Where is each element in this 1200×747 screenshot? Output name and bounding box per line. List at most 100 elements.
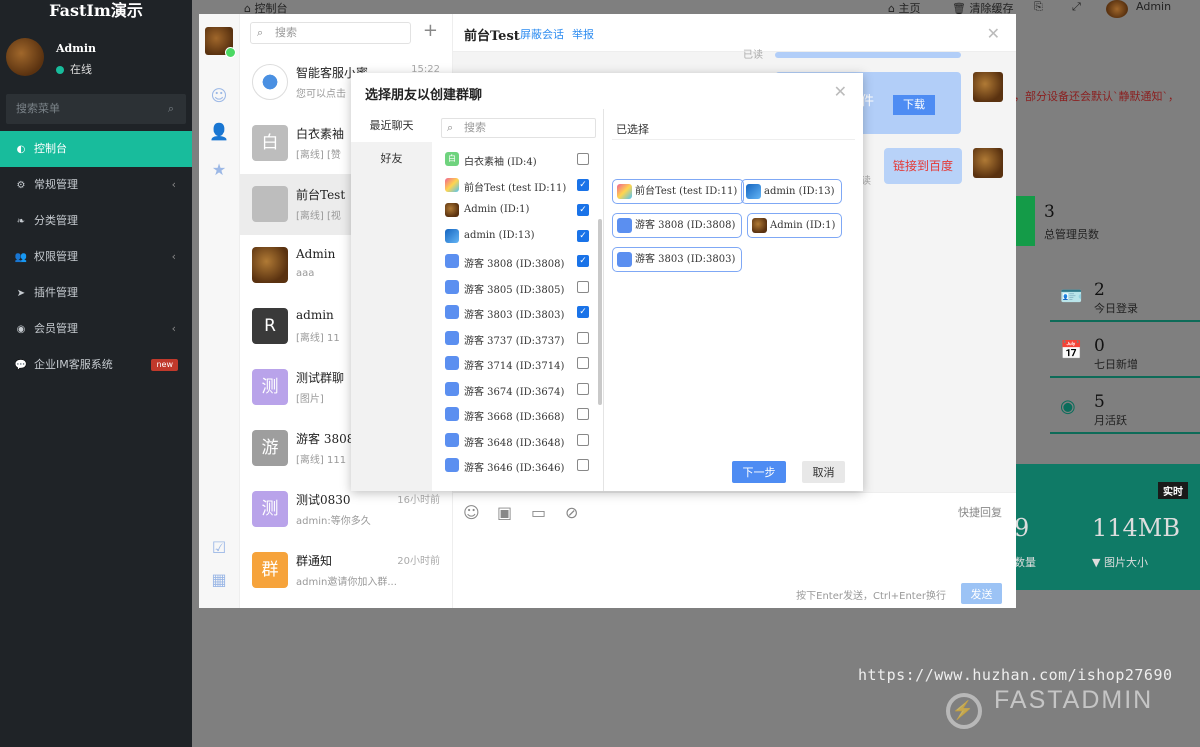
chat-input-area: ☺ ▣ ▭ ⊘ 快捷回复 按下Enter发送，Ctrl+Enter换行 发送 <box>453 492 1016 608</box>
chip-avatar <box>617 218 632 233</box>
friend-checkbox[interactable] <box>577 331 589 344</box>
friend-checkbox[interactable] <box>577 459 589 471</box>
conversation-search-input[interactable]: ⌕ 搜索 <box>250 22 411 44</box>
link-icon[interactable]: ⊘ <box>565 503 578 522</box>
sidebar-item-6[interactable]: 💬 企业IM客服系统 new <box>0 347 192 383</box>
storage-count: 9 <box>1014 514 1030 542</box>
chevron-left-icon: ‹ <box>171 322 176 335</box>
conversation-preview: [离线] [视 <box>296 211 341 222</box>
friend-checkbox[interactable] <box>577 357 589 369</box>
image-size-value: 114MB <box>1092 514 1181 542</box>
friend-checkbox[interactable]: ✓ <box>577 229 589 242</box>
comment-icon: 💬 <box>14 360 28 371</box>
conversation-time: 20小时前 <box>397 556 440 567</box>
friend-checkbox[interactable]: ✓ <box>577 178 589 191</box>
report-link[interactable]: 举报 <box>572 26 594 42</box>
user-status: 在线 <box>56 61 92 77</box>
add-icon[interactable]: + <box>423 20 438 41</box>
friend-checkbox[interactable]: ✓ <box>577 255 589 267</box>
download-button[interactable]: 下载 <box>893 95 935 115</box>
friend-row[interactable]: 白 白衣素袖 (ID:4) <box>432 147 604 173</box>
friend-row[interactable]: 游客 3668 (ID:3668) <box>432 402 604 428</box>
close-icon[interactable]: ✕ <box>834 82 847 101</box>
sidebar-item-5[interactable]: ◉ 会员管理 ‹ <box>0 311 192 347</box>
image-size-label: ▼ 图片大小 <box>1092 556 1148 569</box>
selected-chip[interactable]: Admin (ID:1) <box>747 213 843 238</box>
friend-checkbox[interactable] <box>577 382 589 395</box>
friend-row[interactable]: 游客 3803 (ID:3803) ✓ <box>432 300 604 326</box>
watermark-brand: ⚡ FASTADMIN <box>946 686 1153 729</box>
conversation-preview: admin邀请你加入群... <box>296 577 397 588</box>
friend-checkbox[interactable]: ✓ <box>577 306 589 318</box>
friend-checkbox[interactable] <box>577 280 589 293</box>
friend-row[interactable]: Admin (ID:1) ✓ <box>432 198 604 224</box>
my-avatar[interactable] <box>205 27 236 58</box>
selected-chip[interactable]: 前台Test (test ID:11) <box>612 179 745 204</box>
friend-row[interactable]: admin (ID:13) ✓ <box>432 224 604 250</box>
sidebar-item-0[interactable]: ◐ 控制台 <box>0 131 192 167</box>
tab-friends[interactable]: 好友 <box>351 142 432 175</box>
checkbox-icon[interactable]: ☑ <box>209 538 229 557</box>
friend-checkbox[interactable] <box>577 408 589 420</box>
friend-row[interactable]: 游客 3674 (ID:3674) <box>432 377 604 403</box>
friend-row[interactable]: 游客 3646 (ID:3646) <box>432 453 604 479</box>
friend-row[interactable]: 前台Test (test ID:11) ✓ <box>432 173 604 199</box>
chat-header: 前台Test 屏蔽会话 举报 ✕ <box>453 14 1016 52</box>
sidebar-item-3[interactable]: 👥 权限管理 ‹ <box>0 239 192 275</box>
conversation-item[interactable]: 群 群通知 admin邀请你加入群... 20小时前 <box>240 540 452 601</box>
friend-search-input[interactable]: ⌕ 搜索 <box>441 118 596 138</box>
friend-row[interactable]: 游客 3808 (ID:3808) ✓ <box>432 249 604 275</box>
conversation-name: 游客 3808 <box>296 432 355 446</box>
image-icon[interactable]: ▣ <box>497 503 512 522</box>
selected-chip[interactable]: 游客 3803 (ID:3803) <box>612 247 743 272</box>
admin-menu-label[interactable]: Admin <box>1136 0 1171 13</box>
folder-icon[interactable]: ▭ <box>531 503 546 522</box>
sidebar-item-1[interactable]: ⚙ 常规管理 ‹ <box>0 167 192 203</box>
friend-name: 游客 3648 (ID:3648) <box>464 437 565 449</box>
selected-chip[interactable]: admin (ID:13) <box>741 179 842 204</box>
send-hint: 按下Enter发送，Ctrl+Enter换行 <box>796 591 946 602</box>
chip-avatar <box>752 218 767 233</box>
apps-grid-icon[interactable]: ▦ <box>209 570 229 589</box>
translate-icon[interactable]: ⎘ <box>1034 0 1043 14</box>
friend-avatar <box>445 356 459 370</box>
tab-recent-chats[interactable]: 最近聊天 <box>351 109 432 142</box>
star-icon[interactable]: ★ <box>209 160 229 179</box>
fullscreen-icon[interactable]: ⤢ <box>1072 0 1081 14</box>
link-message[interactable]: 链接到百度 <box>884 148 962 184</box>
conversation-name: 白衣素袖 <box>296 127 345 141</box>
friend-checkbox[interactable] <box>577 433 589 446</box>
friend-row[interactable]: 游客 3714 (ID:3714) <box>432 351 604 377</box>
group-icon: 👥 <box>14 252 28 263</box>
sidebar-item-2[interactable]: ❧ 分类管理 <box>0 203 192 239</box>
calendar-plus-icon: 📅 <box>1060 340 1083 361</box>
block-conversation-link[interactable]: 屏蔽会话 <box>520 26 564 42</box>
quick-reply-link[interactable]: 快捷回复 <box>958 504 1002 520</box>
conversation-name: 测试群聊 <box>296 371 345 385</box>
friend-checkbox[interactable]: ✓ <box>577 204 589 216</box>
send-button[interactable]: 发送 <box>961 583 1002 604</box>
friend-row[interactable]: 游客 3737 (ID:3737) <box>432 326 604 352</box>
next-button[interactable]: 下一步 <box>732 461 786 483</box>
close-icon[interactable]: ✕ <box>987 24 1000 43</box>
contacts-icon[interactable]: 👤 <box>209 122 229 141</box>
chat-icon[interactable]: ☺ <box>209 86 229 105</box>
admin-avatar[interactable] <box>1106 0 1128 18</box>
stat-active-num: 5 <box>1094 392 1105 412</box>
friend-avatar <box>445 330 459 345</box>
sidebar-item-label: 会员管理 <box>34 322 78 335</box>
menu-search-input[interactable]: 搜索菜单 ⌕ <box>6 94 186 124</box>
read-mark: 已读 <box>743 50 763 61</box>
conversation-toolbar: ⌕ 搜索 + <box>240 14 452 52</box>
friend-name: admin (ID:13) <box>464 229 535 241</box>
selected-chip[interactable]: 游客 3808 (ID:3808) <box>612 213 743 238</box>
sidebar-item-4[interactable]: ➤ 插件管理 <box>0 275 192 311</box>
friend-row[interactable]: 游客 3648 (ID:3648) <box>432 428 604 454</box>
friend-checkbox[interactable] <box>577 153 589 165</box>
friend-list-scrollbar[interactable] <box>598 219 602 405</box>
friend-name: 游客 3808 (ID:3808) <box>464 259 565 270</box>
emoji-icon[interactable]: ☺ <box>463 503 480 522</box>
realtime-badge: 实时 <box>1158 482 1188 499</box>
cancel-button[interactable]: 取消 <box>802 461 845 483</box>
friend-row[interactable]: 游客 3805 (ID:3805) <box>432 275 604 301</box>
